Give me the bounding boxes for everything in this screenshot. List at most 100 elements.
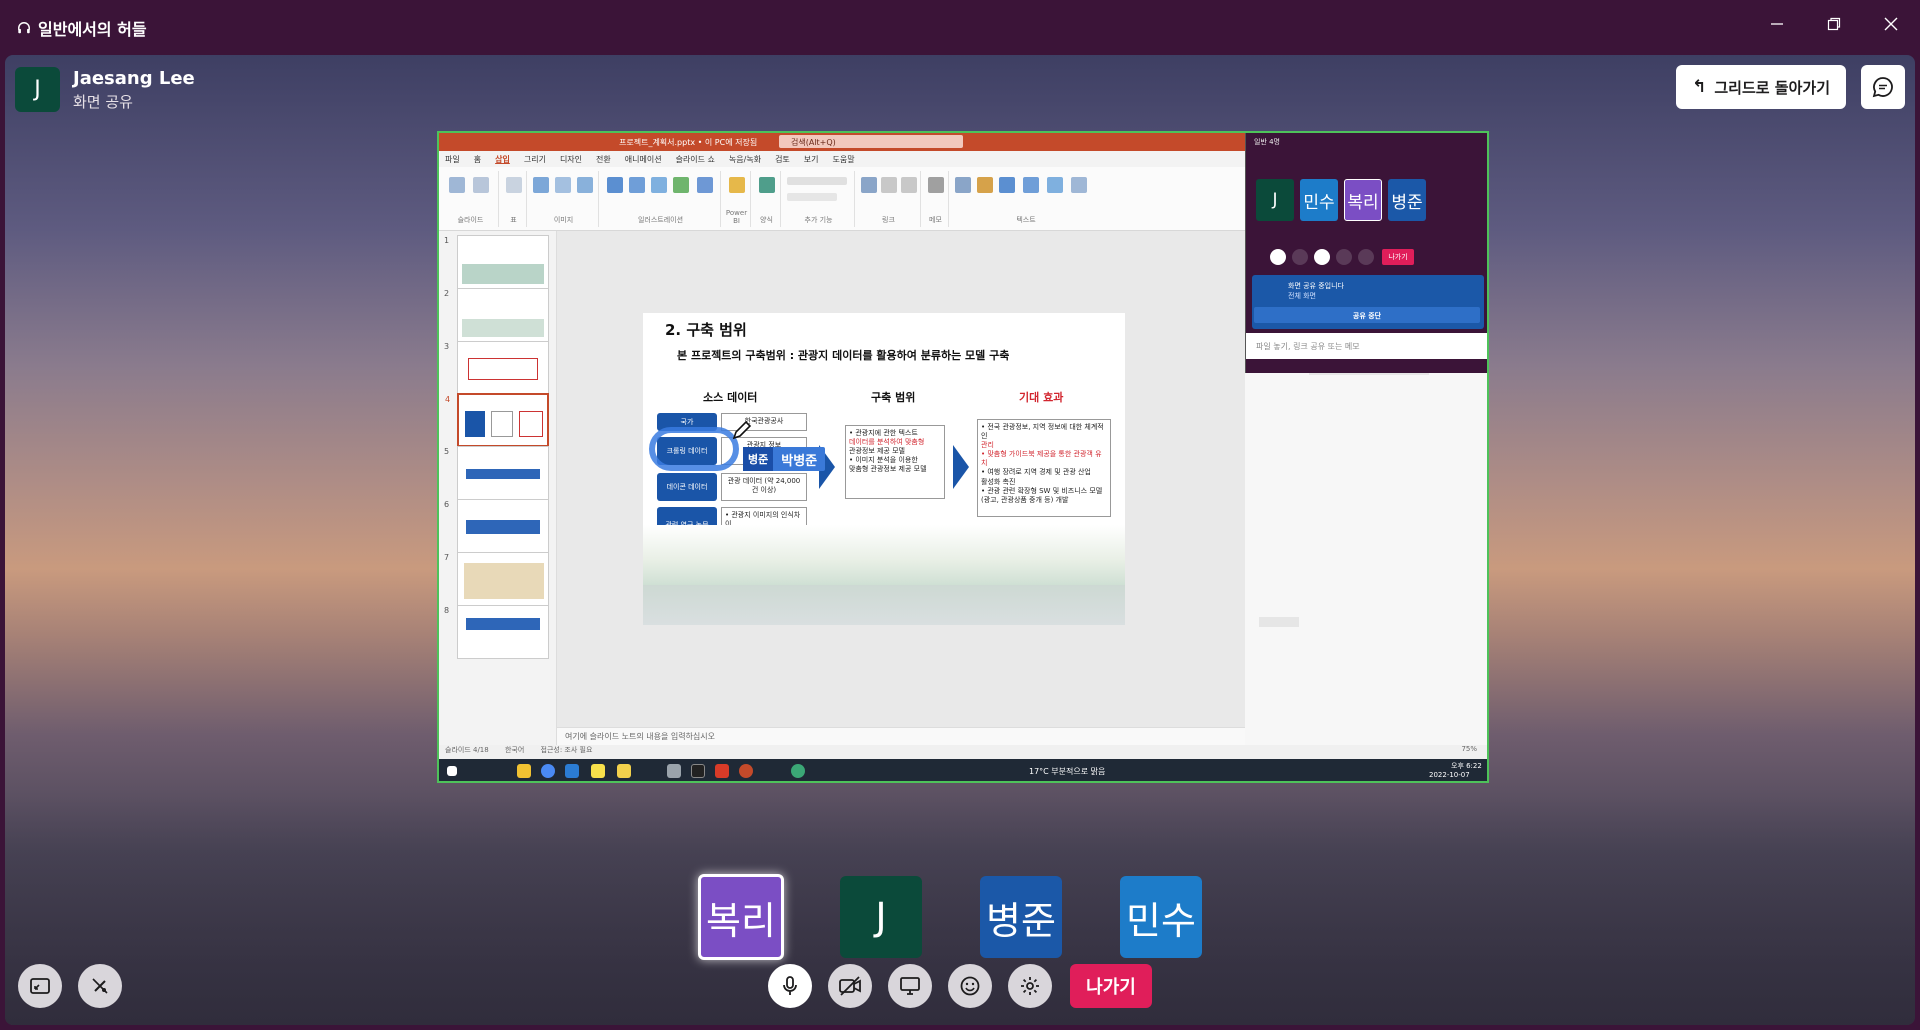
slide-thumbnail[interactable]: 7 [444,552,549,606]
presenter-name: Jaesang Lee [73,67,195,89]
ribbon-tab[interactable]: 검토 [775,154,790,165]
shared-screen[interactable]: 프로젝트_계획서.pptx • 이 PC에 저장됨 검색(Alt+Q) 파일 홈… [437,131,1489,783]
ribbon-tab[interactable]: 전환 [596,154,611,165]
slide-thumbnail[interactable]: 1 [444,235,549,289]
chrome-icon[interactable] [541,764,555,778]
slide-thumbnail[interactable]: 8 [444,605,549,659]
sticky-notes-icon[interactable] [617,764,631,778]
mini-huddle-window: 일반 4명 J 민수 복리 병준 나가기 화면 공유 중입니다 전체 화면 공유… [1245,133,1487,373]
slide-thumbnail[interactable]: 5 [444,446,549,500]
kakaotalk-icon[interactable] [591,764,605,778]
ribbon-tab[interactable]: 도움말 [833,154,855,165]
emoji-button[interactable] [948,964,992,1008]
mini-participant-tile: 복리 [1344,179,1382,221]
taskbar-weather: 17°C 부분적으로 맑음 [1029,767,1106,776]
windows-taskbar: 17°C 부분적으로 맑음 오후 6:22 2022-10-07 [439,759,1487,781]
mini-settings-icon[interactable] [1358,249,1374,265]
mini-huddle-title: 일반 4명 [1254,138,1280,146]
mini-leave-button[interactable]: 나가기 [1382,249,1414,265]
slide-thumbnail[interactable]: 2 [444,288,549,342]
back-to-grid-label: 그리드로 돌아가기 [1714,78,1830,97]
slide-notes[interactable]: 여기에 슬라이드 노트의 내용을 입력하십시오 [557,727,1245,745]
github-icon[interactable] [691,764,705,778]
pointer-tag-full: 박병준 [781,453,818,469]
pointer-tag-short: 병준 [743,447,774,471]
screen-share-icon [900,977,920,995]
slide-thumbnail-active[interactable]: 4 [445,393,549,447]
mini-participant-tile: 민수 [1300,179,1338,221]
mini-message-input[interactable]: 파일 놓기, 링크 공유 또는 메모 [1246,333,1487,359]
settings-icon [1021,977,1039,995]
settings-button[interactable] [1008,964,1052,1008]
mini-video-icon[interactable] [1292,249,1308,265]
ribbon-tab[interactable]: 애니메이션 [625,154,662,165]
ribbon-tab[interactable]: 녹음/녹화 [729,154,761,165]
mini-participant-tile: 병준 [1388,179,1426,221]
ribbon-group: 텍스트 [951,171,1101,227]
microphone-button[interactable] [768,964,812,1008]
taskbar-date: 2022-10-07 [1429,771,1470,779]
current-slide[interactable]: 2. 구축 범위 본 프로젝트의 구축범위 : 관광지 데이터를 활용하여 분류… [643,313,1125,585]
vscode-icon[interactable] [565,764,579,778]
ribbon-tab[interactable]: 그리기 [524,154,546,165]
participant-tile-j[interactable]: J [840,876,922,958]
drawing-highlight [649,427,739,471]
source-desc: 관광 데이터 (약 24,000건 이상) [721,473,807,501]
mini-screen-icon[interactable] [1314,249,1330,265]
screen-share-button[interactable] [888,964,932,1008]
slack-icon[interactable] [791,764,805,778]
windows-start-icon[interactable] [447,766,457,776]
ribbon-group: 슬라이드 [443,171,499,227]
chat-bubble-icon [1872,77,1893,98]
file-title: 프로젝트_계획서.pptx • 이 PC에 저장됨 [619,138,758,147]
headphones-icon [16,20,32,36]
emoji-icon [960,976,980,996]
ribbon-tab[interactable]: 디자인 [560,154,582,165]
pointer-name-tag: 병준 박병준 [743,447,826,471]
participant-tile-minsu[interactable]: 민수 [1120,876,1202,958]
flow-arrow [953,445,969,489]
leave-huddle-button[interactable]: 나가기 [1070,964,1152,1008]
mini-sharing-panel: 화면 공유 중입니다 전체 화면 공유 중단 [1252,275,1484,329]
mini-participant-tile: J [1256,179,1294,221]
thread-button[interactable] [1861,65,1905,109]
search-box[interactable]: 검색(Alt+Q) [779,135,963,148]
minimize-button[interactable] [1749,0,1805,48]
slide-decoration [643,525,1125,585]
ribbon-tab[interactable]: 삽입 [495,154,510,165]
presenter-info: J Jaesang Lee 화면 공유 [15,67,195,112]
back-to-grid-button[interactable]: ↰ 그리드로 돌아가기 [1676,65,1846,109]
slide-title: 2. 구축 범위 [665,321,747,339]
title-bar: 일반에서의 허들 [0,0,1920,55]
ribbon-tab[interactable]: 홈 [474,154,481,165]
participant-tile-byeongjun[interactable]: 병준 [980,876,1062,958]
minimize-icon [1771,23,1783,25]
scope-box: • 관광지에 관한 텍스트 데이터를 분석하여 맞춤형 관광정보 제공 모델 •… [845,425,945,499]
participant-tile-bokri[interactable]: 복리 [698,874,784,960]
acrobat-icon[interactable] [715,764,729,778]
ribbon-tab[interactable]: 보기 [804,154,819,165]
slide-thumbnail[interactable]: 3 [444,341,549,395]
slide-subtitle: 본 프로젝트의 구축범위 : 관광지 데이터를 활용하여 분류하는 모델 구축 [677,349,1010,362]
powerpoint-icon[interactable] [739,764,753,778]
stop-share-button[interactable]: 공유 중단 [1254,307,1480,323]
mini-emoji-icon[interactable] [1336,249,1352,265]
column-source-header: 소스 데이터 [703,391,758,404]
ribbon-tab[interactable]: 파일 [445,154,460,165]
ribbon-group: 이미지 [529,171,599,227]
fullscreen-button[interactable] [18,964,62,1008]
ribbon-tab[interactable]: 슬라이드 쇼 [676,154,715,165]
close-window-button[interactable] [1863,0,1919,48]
back-arrow-icon: ↰ [1692,77,1707,97]
folder-icon[interactable] [517,764,531,778]
restore-button[interactable] [1806,0,1862,48]
fullscreen-icon [30,978,50,994]
effects-button[interactable] [78,964,122,1008]
slide-background-strip [643,585,1125,625]
ribbon-group: 일러스트레이션 [601,171,721,227]
ribbon-group: 양식 [753,171,781,227]
calculator-icon[interactable] [667,764,681,778]
video-button[interactable] [828,964,872,1008]
mini-mic-icon[interactable] [1270,249,1286,265]
slide-thumbnail[interactable]: 6 [444,499,549,553]
